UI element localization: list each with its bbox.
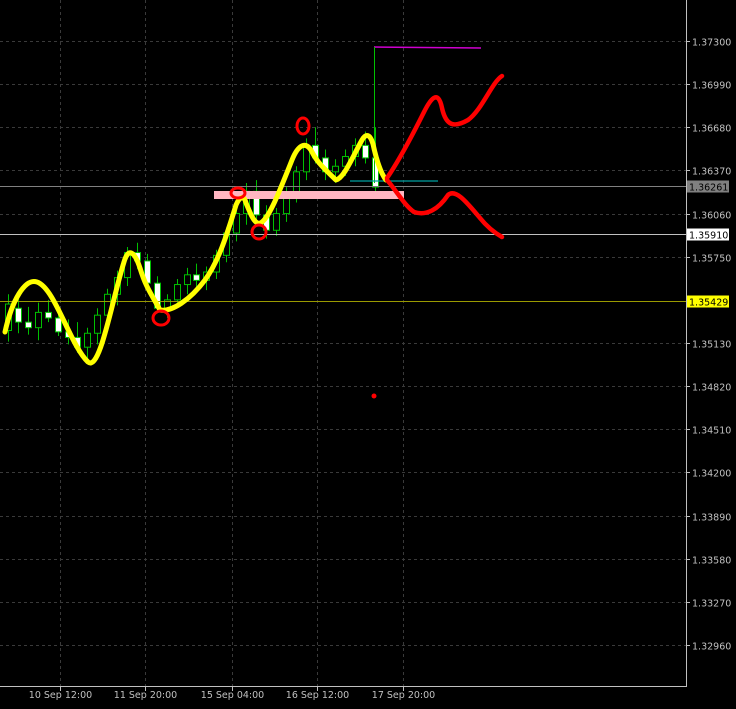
candle-body (362, 144, 369, 159)
x-tick-label: 15 Sep 04:00 (201, 690, 264, 701)
candle-body (193, 274, 200, 281)
y-tick-label: 1.34200 (692, 469, 731, 480)
candle-body (45, 311, 52, 319)
candle-body (15, 307, 22, 323)
candle-body (184, 274, 191, 286)
y-axis-ticks: 1.37300 1.36990 1.36680 1.36370 1.36060 1.357… (686, 38, 731, 653)
red-dot-marker (371, 393, 377, 399)
price-label-text: 1.36261 (689, 183, 728, 194)
x-tick-label: 17 Sep 20:00 (372, 690, 435, 701)
candle-body (55, 317, 62, 333)
candle-body (84, 332, 91, 348)
candle-body (293, 171, 300, 195)
candle-body (332, 165, 339, 173)
candle-body (273, 213, 280, 231)
y-tick-label: 1.36990 (692, 81, 731, 92)
magenta-level-line (373, 46, 482, 49)
x-tick-label: 10 Sep 12:00 (29, 690, 92, 701)
price-label-text: 1.35429 (689, 298, 728, 309)
y-tick-label: 1.34510 (692, 426, 731, 437)
price-label-text: 1.35910 (689, 231, 728, 242)
price-chart[interactable]: 1.37300 1.36990 1.36680 1.36370 1.36060 1.357… (0, 0, 736, 709)
x-tick-label: 11 Sep 20:00 (114, 690, 177, 701)
y-tick-label: 1.33580 (692, 556, 731, 567)
candle-body (174, 284, 181, 301)
y-tick-label: 1.32960 (692, 642, 731, 653)
y-tick-label: 1.35130 (692, 340, 731, 351)
y-tick-label: 1.33270 (692, 599, 731, 610)
y-tick-label: 1.33890 (692, 513, 731, 524)
y-tick-label: 1.36060 (692, 211, 731, 222)
x-tick-label: 16 Sep 12:00 (286, 690, 349, 701)
y-tick-label: 1.34820 (692, 383, 731, 394)
y-tick-label: 1.35750 (692, 254, 731, 265)
candle-body (35, 311, 42, 329)
y-tick-label: 1.36370 (692, 167, 731, 178)
candle-body (25, 321, 32, 329)
candle-body (94, 314, 101, 334)
y-tick-label: 1.37300 (692, 38, 731, 49)
y-tick-label: 1.36680 (692, 124, 731, 135)
